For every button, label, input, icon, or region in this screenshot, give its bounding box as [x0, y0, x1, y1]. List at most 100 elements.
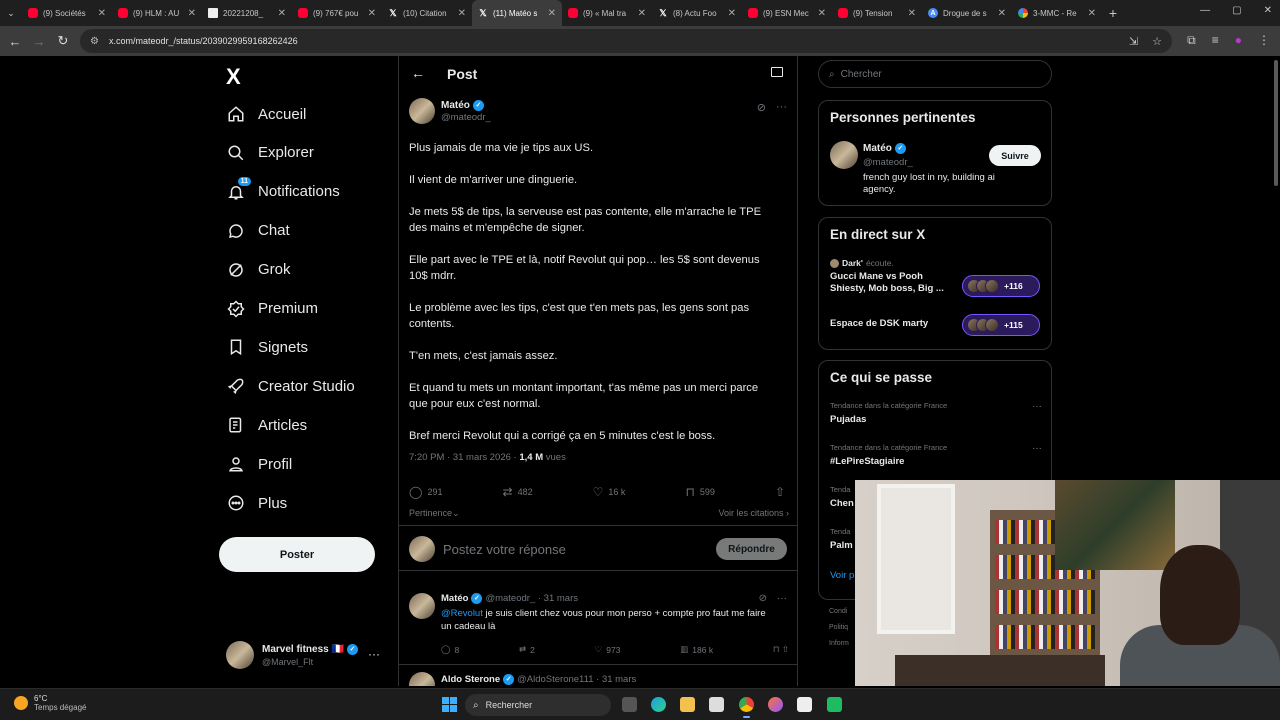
capcut-icon[interactable] — [797, 697, 812, 712]
chrome-icon[interactable] — [739, 697, 754, 718]
browser-tab[interactable]: 𝕏 (8) Actu Foo ✕ — [652, 0, 742, 26]
forward-icon[interactable]: → — [27, 34, 51, 49]
browser-tab[interactable]: (9) ESN Mec ✕ — [742, 0, 832, 26]
file-explorer-icon[interactable] — [680, 697, 695, 712]
close-tab-icon[interactable]: ✕ — [188, 8, 196, 19]
nav-item-notifications[interactable]: 11 Notifications — [226, 176, 340, 205]
share-button[interactable]: ⇧ — [775, 485, 785, 499]
x-logo-icon[interactable]: X — [226, 64, 241, 90]
browser-tab[interactable]: (9) Tension ✕ — [832, 0, 922, 26]
tab-search-dropdown[interactable]: ⌄ — [0, 0, 22, 26]
close-tab-icon[interactable]: ✕ — [1088, 8, 1096, 19]
firefox-icon[interactable] — [768, 697, 783, 712]
view-quotes-link[interactable]: Voir les citations › — [718, 508, 789, 519]
nav-item-explorer[interactable]: Explorer — [226, 140, 314, 166]
space-item[interactable]: Dark' écoute. Gucci Mane vs Pooh Shiesty,… — [830, 258, 1040, 297]
browser-tab[interactable]: 𝕏 (10) Citation ✕ — [382, 0, 472, 26]
footer-link[interactable]: Condi — [829, 604, 849, 620]
space-listeners[interactable]: +116 — [962, 275, 1040, 297]
back-arrow-icon[interactable]: ← — [411, 65, 425, 81]
nav-item-premium[interactable]: Premium — [226, 296, 318, 322]
browser-tab[interactable]: 20221208_ ✕ — [202, 0, 292, 26]
close-tab-icon[interactable]: ✕ — [728, 8, 736, 19]
browser-menu-icon[interactable]: ⋮ — [1258, 33, 1270, 48]
close-tab-icon[interactable]: ✕ — [368, 8, 376, 19]
nav-item-articles[interactable]: Articles — [226, 412, 307, 438]
reply-input[interactable]: Postez votre réponse — [443, 542, 566, 557]
follow-button[interactable]: Suivre — [989, 145, 1041, 166]
post-button[interactable]: Poster — [219, 537, 375, 572]
reload-icon[interactable]: ↻ — [51, 33, 75, 49]
close-tab-icon[interactable]: ✕ — [638, 8, 646, 19]
post-time[interactable]: 7:20 PM · 31 mars 2026 · — [409, 452, 519, 463]
footer-link[interactable]: Inform — [829, 636, 849, 652]
space-listeners[interactable]: +115 — [962, 314, 1040, 336]
browser-tab[interactable]: 3-MMC - Re ✕ — [1012, 0, 1102, 26]
reply-submit-button[interactable]: Répondre — [716, 538, 787, 560]
grok-icon[interactable]: ⊘ — [759, 593, 767, 604]
avatar[interactable] — [830, 141, 858, 169]
nav-item-grok[interactable]: Grok — [226, 257, 291, 283]
browser-tab[interactable]: (9) Sociétés ✕ — [22, 0, 112, 26]
bookmark-button[interactable]: ⊓ 599 — [685, 485, 714, 499]
browser-tab[interactable]: (9) HLM : AU ✕ — [112, 0, 202, 26]
install-app-icon[interactable]: ⇲ — [1129, 35, 1138, 48]
trend-item[interactable]: Tendance dans la catégorie France Pujadas… — [830, 401, 1042, 425]
reply-author[interactable]: Aldo Sterone — [441, 674, 500, 685]
reply-button[interactable]: ◯ 8 — [441, 644, 459, 655]
grok-icon[interactable]: ⊘ — [757, 101, 766, 114]
author-name[interactable]: Matéo — [441, 100, 470, 111]
related-name[interactable]: Matéo — [863, 143, 892, 154]
footer-link[interactable]: Politiq — [829, 620, 849, 636]
taskbar-search[interactable]: ⌕ Rechercher — [465, 694, 611, 716]
trend-item[interactable]: Tendance dans la catégorie France #LePire… — [830, 443, 1042, 467]
browser-tab[interactable]: A Drogue de s ✕ — [922, 0, 1012, 26]
nav-item-chat[interactable]: Chat — [226, 218, 290, 244]
close-tab-icon[interactable]: ✕ — [908, 8, 916, 19]
media-icon[interactable]: ≡ — [1212, 33, 1219, 48]
back-icon[interactable]: ← — [3, 34, 27, 49]
extensions-icon[interactable]: ⧉ — [1187, 33, 1196, 48]
close-tab-icon[interactable]: ✕ — [998, 8, 1006, 19]
browser-tab[interactable]: 𝕏 (11) Matéo s ✕ — [472, 0, 562, 26]
list-item[interactable]: Aldo Sterone ✓ @AldoSterone111 · 31 mars — [399, 666, 797, 686]
like-button[interactable]: ♡ 973 — [595, 644, 621, 655]
nav-item-profil[interactable]: Profil — [226, 451, 292, 477]
reader-mode-icon[interactable] — [771, 67, 783, 77]
maximize-button[interactable]: ▢ — [1232, 5, 1241, 16]
site-info-icon[interactable]: ⚙ — [90, 36, 99, 47]
profile-icon[interactable]: ● — [1235, 33, 1242, 48]
views-button[interactable]: ▥ 186 k — [680, 644, 713, 655]
like-button[interactable]: ♡ 16 k — [593, 485, 626, 499]
close-tab-icon[interactable]: ✕ — [458, 8, 466, 19]
repost-button[interactable]: ⇄ 482 — [503, 485, 533, 499]
close-tab-icon[interactable]: ✕ — [278, 8, 286, 19]
close-tab-icon[interactable]: ✕ — [548, 8, 556, 19]
nav-item-plus[interactable]: Plus — [226, 490, 287, 516]
post-author[interactable]: Matéo ✓ @mateodr_ — [409, 98, 789, 124]
reply-author[interactable]: Matéo — [441, 593, 468, 604]
minimize-button[interactable]: — — [1200, 5, 1210, 16]
new-tab-button[interactable]: + — [1102, 5, 1124, 21]
avatar[interactable] — [409, 593, 435, 619]
search-input[interactable]: ⌕ Chercher — [818, 60, 1052, 88]
windows-start-icon[interactable] — [442, 697, 457, 712]
more-icon[interactable]: ··· — [1032, 401, 1042, 412]
mention-link[interactable]: @Revolut — [441, 608, 483, 619]
nav-item-signets[interactable]: Signets — [226, 334, 308, 360]
close-tab-icon[interactable]: ✕ — [98, 8, 106, 19]
bookmark-icon[interactable]: ⊓ ⇧ — [773, 644, 789, 655]
nav-item-creator-studio[interactable]: Creator Studio — [226, 373, 355, 399]
avatar[interactable] — [409, 98, 435, 124]
bookmark-star-icon[interactable]: ☆ — [1152, 35, 1162, 48]
space-item[interactable]: Espace de DSK marty +115 — [830, 314, 1040, 336]
repost-button[interactable]: ⇄ 2 — [519, 644, 535, 655]
close-tab-icon[interactable]: ✕ — [818, 8, 826, 19]
account-switcher[interactable]: Marvel fitness 🇫🇷 ✓ @Marvel_Flt ··· — [226, 641, 386, 669]
nav-item-accueil[interactable]: Accueil — [226, 101, 306, 127]
edge-icon[interactable] — [651, 697, 666, 712]
reply-button[interactable]: ◯ 291 — [409, 485, 442, 499]
close-window-button[interactable]: ✕ — [1264, 5, 1272, 16]
sort-dropdown[interactable]: Pertinence⌄ — [409, 508, 460, 519]
browser-tab[interactable]: (9) « Mal tra ✕ — [562, 0, 652, 26]
